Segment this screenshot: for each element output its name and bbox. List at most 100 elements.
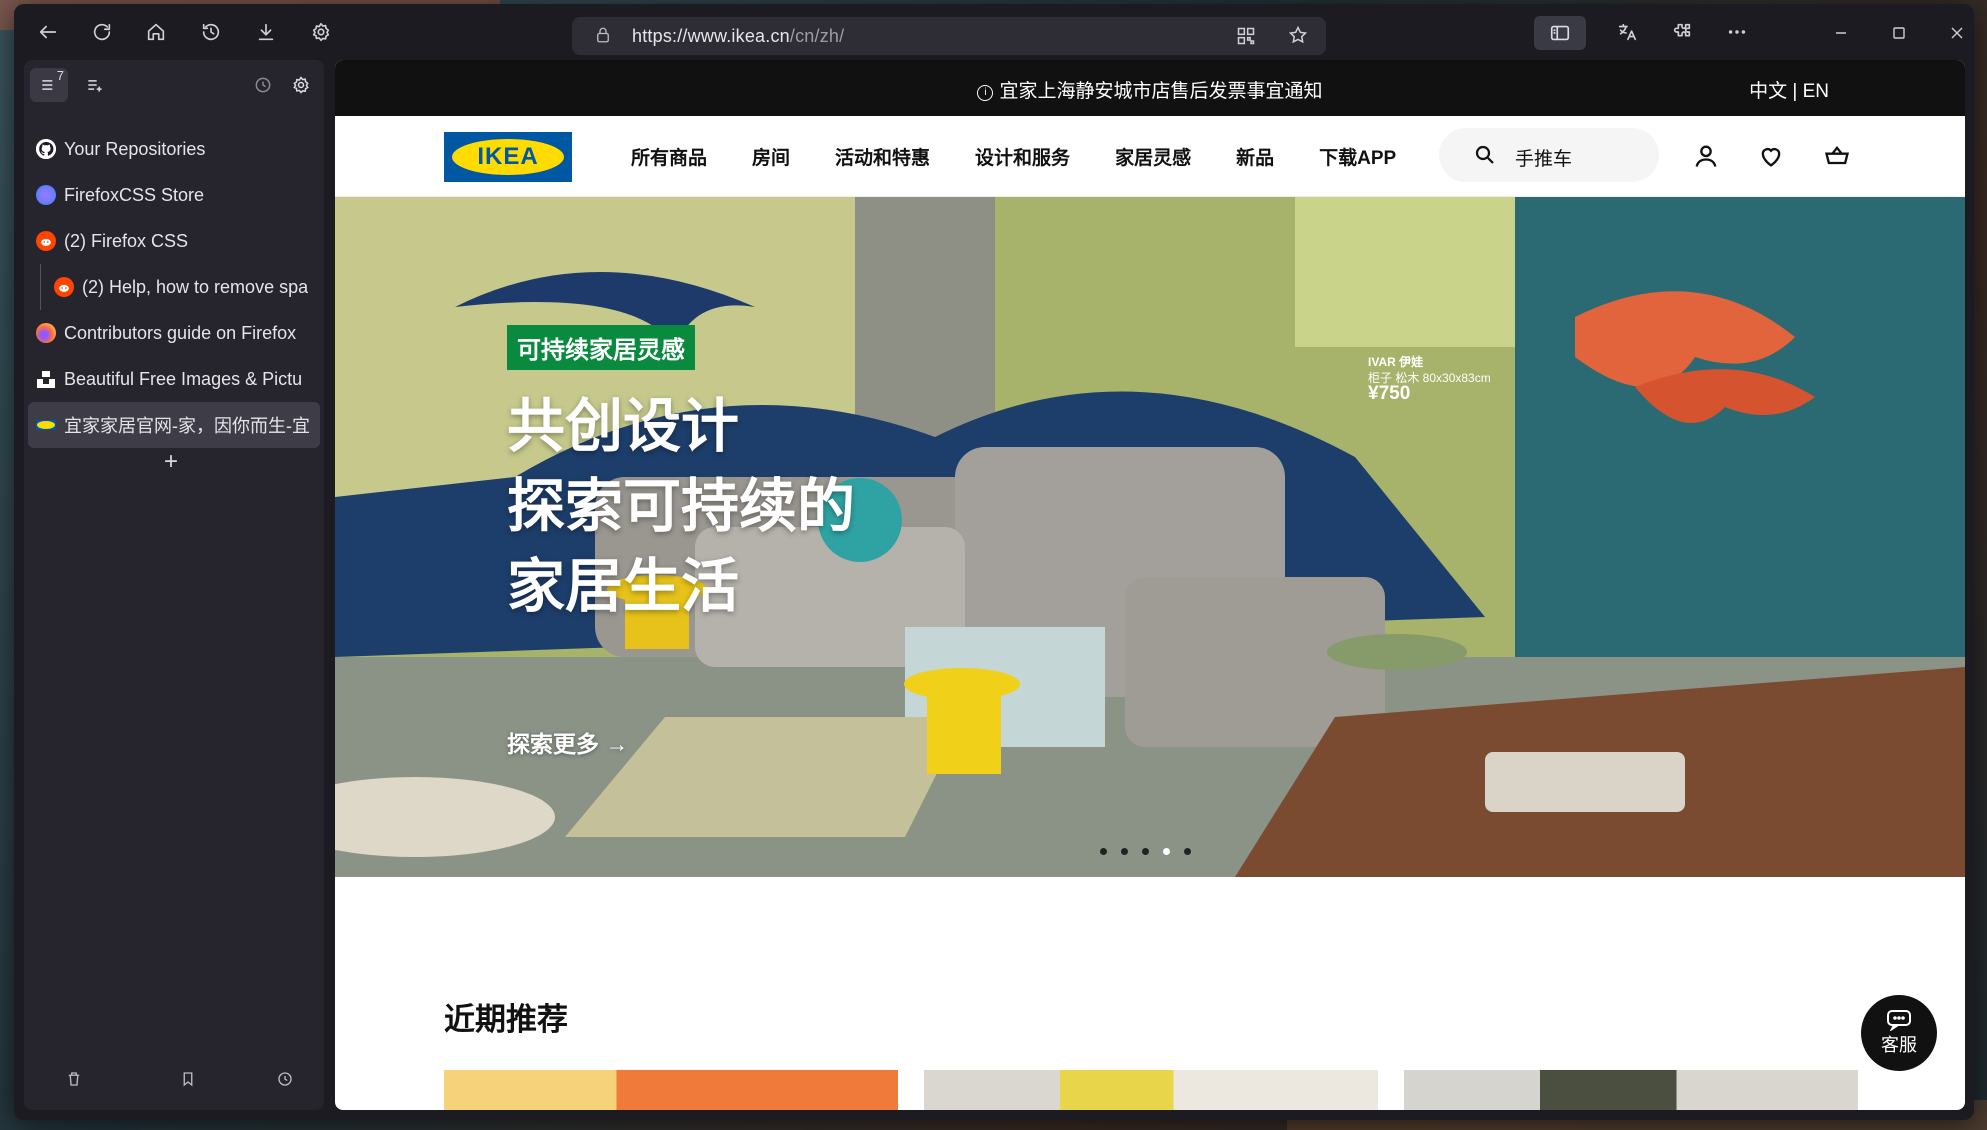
tab-tree-button[interactable]: 7 — [30, 68, 68, 102]
back-icon[interactable] — [32, 16, 64, 48]
language-switch[interactable]: 中文 | EN — [1749, 76, 1829, 103]
customer-service-button[interactable]: 客服 — [1861, 995, 1937, 1071]
recommend-card[interactable] — [924, 1070, 1378, 1110]
hero-tag: 可持续家居灵感 — [507, 325, 695, 370]
firefox-icon — [36, 323, 56, 343]
sidebar-settings-button[interactable] — [282, 68, 320, 102]
settings-icon[interactable] — [305, 16, 337, 48]
tab-item-firefox-css[interactable]: (2) Firefox CSS — [28, 218, 320, 264]
browser-window: https://www.ikea.cn/cn/zh/ 7 Your Reposi… — [14, 4, 1974, 1120]
product-hotspot[interactable]: IVAR 伊娃 柜子 松木 80x30x83cm ¥750 — [1368, 354, 1491, 404]
nav-new[interactable]: 新品 — [1236, 143, 1274, 170]
carousel-dot-active[interactable] — [1163, 848, 1170, 855]
hero-banner[interactable]: 可持续家居灵感 共创设计 探索可持续的 家居生活 探索更多 → IVAR 伊娃 … — [335, 197, 1965, 877]
extensions-icon[interactable] — [1666, 16, 1698, 48]
carousel-dot[interactable] — [1100, 848, 1107, 855]
tab-title: (2) Help, how to remove spa — [82, 276, 309, 297]
nav-offers[interactable]: 活动和特惠 — [835, 143, 930, 170]
home-icon[interactable] — [140, 16, 172, 48]
sidebar-header: 7 — [24, 60, 324, 106]
sidebar-icon[interactable] — [1534, 16, 1586, 50]
trash-icon[interactable] — [65, 1070, 83, 1093]
ikea-logo[interactable]: IKEA — [444, 132, 572, 182]
main-nav: 所有商品 房间 活动和特惠 设计和服务 家居灵感 新品 下载APP — [631, 143, 1441, 170]
browser-toolbar: https://www.ikea.cn/cn/zh/ — [14, 4, 1974, 58]
cart-icon[interactable] — [1823, 142, 1851, 170]
bookmark-star-icon[interactable] — [1288, 25, 1308, 50]
tab-title: 宜家家居官网-家，因你而生-宜 — [64, 416, 310, 436]
translate-icon[interactable] — [1611, 16, 1643, 48]
site-header: IKEA 所有商品 房间 活动和特惠 设计和服务 家居灵感 新品 下载APP 手… — [335, 116, 1965, 197]
reddit-icon — [36, 231, 56, 251]
sidebar-history-button[interactable] — [244, 68, 282, 102]
tab-item-contributors-guide[interactable]: Contributors guide on Firefox — [28, 310, 320, 356]
nav-all-products[interactable]: 所有商品 — [631, 143, 707, 170]
gear-icon — [293, 76, 309, 94]
carousel-dot[interactable] — [1142, 848, 1149, 855]
close-icon[interactable] — [1942, 18, 1972, 48]
hero-title-line: 共创设计 — [507, 394, 740, 459]
tab-title: Your Repositories — [64, 138, 206, 159]
address-bar[interactable]: https://www.ikea.cn/cn/zh/ — [572, 17, 1326, 55]
user-icon[interactable] — [1692, 142, 1720, 170]
product-name: IVAR 伊娃 — [1368, 355, 1424, 369]
recommend-card[interactable] — [1404, 1070, 1858, 1110]
search-icon — [1475, 145, 1494, 164]
hero-title: 共创设计 探索可持续的 家居生活 — [507, 387, 855, 627]
section-title: 近期推荐 — [444, 1002, 568, 1037]
unsplash-icon — [36, 369, 56, 389]
maximize-icon[interactable] — [1884, 18, 1914, 48]
recommend-card[interactable] — [444, 1070, 898, 1110]
tab-item-unsplash[interactable]: Beautiful Free Images & Pictu — [28, 356, 320, 402]
clock-icon[interactable] — [276, 1070, 294, 1093]
reload-icon[interactable] — [86, 16, 118, 48]
tab-item-firefoxcss-store[interactable]: FirefoxCSS Store — [28, 172, 320, 218]
tab-count: 7 — [56, 68, 64, 83]
sidebar-footer — [24, 1064, 324, 1100]
tab-item-help-remove[interactable]: (2) Help, how to remove spa — [28, 264, 320, 310]
url-text[interactable]: https://www.ikea.cn/cn/zh/ — [632, 26, 844, 47]
chat-icon — [1887, 1010, 1911, 1031]
notice-bar: i 宜家上海静安城市店售后发票事宜通知 中文 | EN — [335, 60, 1965, 116]
tab-title: (2) Firefox CSS — [64, 230, 189, 251]
explore-more-link[interactable]: 探索更多 → — [507, 725, 628, 759]
history-icon[interactable] — [195, 16, 227, 48]
notice-link[interactable]: i 宜家上海静安城市店售后发票事宜通知 — [335, 76, 1965, 103]
menu-icon[interactable] — [1721, 16, 1753, 48]
logo-text: IKEA — [452, 139, 564, 175]
qr-code-icon[interactable] — [1236, 26, 1256, 51]
bookmark-icon[interactable] — [179, 1070, 197, 1093]
lock-icon[interactable] — [594, 26, 612, 49]
nav-rooms[interactable]: 房间 — [752, 143, 790, 170]
tab-item-your-repositories[interactable]: Your Repositories — [28, 126, 320, 172]
tab-list: Your Repositories FirefoxCSS Store (2) F… — [28, 126, 320, 448]
download-icon[interactable] — [250, 16, 282, 48]
heart-icon[interactable] — [1757, 142, 1785, 170]
search-input[interactable]: 手推车 — [1439, 128, 1659, 182]
tab-title: FirefoxCSS Store — [64, 184, 205, 205]
info-icon: i — [977, 85, 994, 101]
nav-inspiration[interactable]: 家居灵感 — [1115, 143, 1191, 170]
clock-icon — [255, 77, 271, 93]
github-icon — [36, 139, 56, 159]
minimize-icon[interactable] — [1826, 18, 1856, 48]
ikea-icon — [36, 415, 56, 435]
reddit-icon — [54, 277, 74, 297]
new-tab-button[interactable]: + — [164, 448, 178, 476]
tab-add-list-button[interactable] — [76, 68, 114, 102]
carousel-dot[interactable] — [1184, 848, 1191, 855]
notice-text: 宜家上海静安城市店售后发票事宜通知 — [999, 81, 1323, 102]
nav-design-services[interactable]: 设计和服务 — [975, 143, 1070, 170]
tab-sidebar: 7 Your Repositories FirefoxCSS Store (2)… — [24, 60, 324, 1110]
product-price: ¥750 — [1368, 383, 1411, 404]
chat-label: 客服 — [1881, 1035, 1917, 1055]
web-content: i 宜家上海静安城市店售后发票事宜通知 中文 | EN IKEA 所有商品 房间 … — [335, 60, 1965, 1110]
firefoxcss-icon — [36, 185, 56, 205]
search-text: 手推车 — [1515, 149, 1573, 170]
tab-title: Contributors guide on Firefox — [64, 322, 297, 343]
tab-item-ikea[interactable]: 宜家家居官网-家，因你而生-宜 — [28, 402, 320, 448]
tree-line — [40, 264, 41, 310]
carousel-dot[interactable] — [1121, 848, 1128, 855]
hero-title-line: 家居生活 — [507, 554, 740, 619]
nav-download-app[interactable]: 下载APP — [1319, 143, 1396, 170]
